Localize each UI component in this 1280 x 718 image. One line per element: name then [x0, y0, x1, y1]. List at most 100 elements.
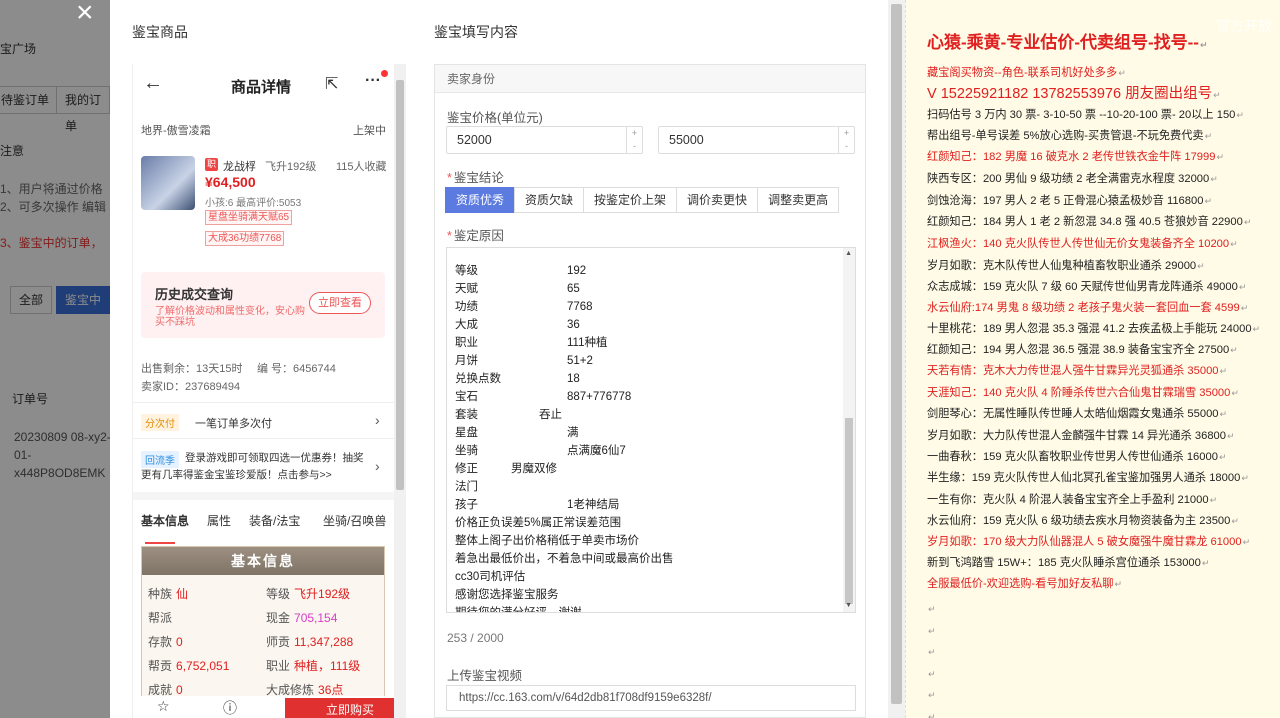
role-summary: 小孩:6 最高评价:5053	[205, 198, 302, 209]
reason-text-line: 感谢您选择鉴宝服务	[455, 589, 559, 601]
note-line: 扫码估号 3 万内 30 票- 3-10-50 票 --10-20-100 票-…	[927, 109, 1244, 121]
form-scrollbar[interactable]	[888, 0, 905, 718]
paragraph-mark-icon: ↵	[1230, 239, 1238, 249]
paragraph-mark-icon: ↵	[1219, 409, 1228, 419]
view-history-button[interactable]: 立即查看	[309, 292, 371, 314]
paragraph-mark-icon: ↵	[1230, 345, 1238, 355]
watermark: 官方开放	[1216, 18, 1272, 34]
reason-row: 天赋 65	[455, 283, 580, 295]
installment-text: 一笔订单多次付	[195, 418, 272, 430]
listing-status: 上架中	[353, 125, 386, 137]
paragraph-mark-icon: ↵	[928, 668, 936, 679]
detail-tabs: 基本信息 属性 装备/法宝 坐骑/召唤兽	[133, 508, 395, 536]
reason-row: 功绩 7768	[455, 301, 593, 313]
reason-row: 套装 吞止	[455, 409, 562, 421]
paragraph-mark-icon: ↵	[1209, 495, 1218, 505]
note-line: 帮出组号-单号误差 5%放心选购-买贵管退-不玩免费代卖↵	[927, 130, 1213, 142]
reason-textarea[interactable]: 等级 192 天赋 65 功绩 7768 大成 36 职业 111种植 月饼 51+2 兑换…	[446, 247, 856, 613]
history-trade-card[interactable]: 历史成交查询 了解价格波动和属性变化，安心购买不踩坑 立即查看	[141, 272, 385, 338]
reason-label: * 鉴定原因	[447, 229, 504, 243]
detail-title: 商品详情	[231, 79, 292, 96]
section-seller-identity: 卖家身份	[435, 65, 865, 93]
tab-basic-info[interactable]: 基本信息	[141, 512, 189, 529]
modal-right-title: 鉴宝填写内容	[434, 24, 518, 40]
notification-dot-icon	[381, 70, 388, 77]
tab-mounts[interactable]: 坐骑/召唤兽	[323, 512, 386, 529]
star-icon[interactable]: ☆	[157, 698, 170, 715]
paragraph-mark-icon: ↵	[1231, 388, 1239, 398]
note-line: 藏宝阁买物资--角色-联系司机好处多多↵	[927, 67, 1126, 79]
conclusion-option[interactable]: 按鉴定价上架	[583, 187, 678, 213]
scroll-down-icon[interactable]: ▼	[845, 602, 852, 609]
paragraph-mark-icon: ↵	[928, 647, 936, 657]
note-line: 全服最低价-欢迎选购-看号加好友私聊↵	[927, 578, 1122, 590]
tab-attributes[interactable]: 属性	[207, 512, 231, 529]
history-title: 历史成交查询	[155, 287, 234, 302]
chevron-right-icon[interactable]: ›	[375, 458, 380, 474]
share-icon[interactable]: ⇱	[325, 74, 338, 94]
feature-tag: 大成36功绩7768	[205, 231, 285, 246]
reason-text-line: 整体上阁子出价格稍低于单卖市场价	[455, 535, 639, 547]
conclusion-option[interactable]: 资质优秀	[445, 187, 516, 213]
price-max-input[interactable]: 55000 + -	[658, 126, 855, 154]
reason-row: 月饼 51+2	[455, 355, 593, 367]
history-subtitle: 了解价格波动和属性变化，安心购买不踩坑	[155, 306, 305, 328]
detail-footer: ☆ ⓘ 立即购买	[133, 696, 406, 718]
favorite-count: 115人收藏	[336, 161, 387, 173]
scroll-up-icon[interactable]: ▲	[845, 250, 852, 257]
textarea-scrollbar[interactable]: ▲ ▼	[843, 248, 855, 612]
paragraph-mark-icon: ↵	[1118, 68, 1126, 78]
paragraph-mark-icon: ↵	[1236, 110, 1244, 120]
paragraph-mark-icon: ↵	[1204, 196, 1212, 206]
paragraph-mark-icon: ↵	[1210, 174, 1218, 184]
price-min-input[interactable]: 52000 + -	[446, 126, 643, 154]
paragraph-mark-icon: ↵	[1252, 324, 1261, 334]
server-name: 地界-傲雪凌霜	[141, 125, 211, 137]
chevron-right-icon[interactable]: ›	[375, 412, 380, 428]
close-icon[interactable]: ×	[76, 0, 94, 30]
basic-info-item: 现金 705,154	[266, 611, 338, 625]
conclusion-option[interactable]: 调价卖更快	[676, 187, 759, 213]
reason-row: 宝石 887+776778	[455, 391, 632, 403]
paragraph-mark-icon: ↵	[1216, 152, 1225, 162]
tab-equipment[interactable]: 装备/法宝	[249, 512, 300, 529]
char-count: 253 / 2000	[447, 631, 504, 645]
conclusion-option[interactable]: 资质欠缺	[514, 187, 585, 213]
basic-info-item: 职业 种植，111级	[266, 659, 361, 673]
note-line: 水云仙府:174 男鬼 8 级功绩 2 老孩子鬼火装一套回血一套 4599↵	[927, 302, 1249, 314]
info-icon[interactable]: ⓘ	[223, 698, 237, 718]
note-line: V 15225921182 13782553976 朋友圈出组号↵	[927, 86, 1221, 102]
promo-text[interactable]: 登录游戏即可领取四选一优惠券！抽奖更有几率得鉴金宝鉴珍爱版！点击参与>>	[141, 450, 369, 484]
preview-scrollbar[interactable]	[394, 64, 406, 718]
back-arrow-icon[interactable]: ←	[143, 72, 163, 95]
paragraph-mark-icon: ↵	[928, 690, 936, 700]
note-line: 岁月如歌：170 级大力队仙器混人 5 破女魔强牛魔甘霖龙 61000↵	[927, 536, 1251, 548]
character-avatar	[141, 156, 195, 210]
divider	[133, 438, 395, 439]
note-line: 红颜知己：182 男魔 16 破克水 2 老传世铁衣金牛阵 17999↵	[927, 151, 1225, 163]
stepper-icon[interactable]: + -	[626, 127, 642, 153]
reason-row: 法门	[455, 481, 478, 493]
note-line: 岁月如歌：克木队传世人仙鬼种植畜牧职业通杀 29000↵	[927, 260, 1205, 272]
basic-info-title: 基本信息	[142, 547, 384, 575]
buy-now-button[interactable]: 立即购买	[285, 698, 406, 718]
paragraph-mark-icon: ↵	[1218, 452, 1227, 462]
more-icon[interactable]: ···	[365, 72, 381, 90]
note-line: 新到飞鸿踏雪 15W+：185 克火队睡杀宫位通杀 153000↵	[927, 557, 1210, 569]
video-url-input[interactable]: https://cc.163.com/v/64d2db81f708df9159e…	[446, 685, 856, 711]
note-line: 一曲春秋：159 克火队畜牧职业传世男人传世仙通杀 16000↵	[927, 451, 1227, 463]
stepper-icon[interactable]: + -	[838, 127, 854, 153]
conclusion-option[interactable]: 调整卖更高	[757, 187, 840, 213]
conclusion-label: * 鉴宝结论	[447, 171, 504, 185]
paragraph-mark-icon: ↵	[1201, 558, 1210, 568]
paragraph-mark-icon: ↵	[1240, 303, 1249, 313]
basic-info-item: 种族仙	[148, 587, 189, 601]
note-line: 红颜知己：194 男人忽混 36.5 强混 38.9 装备宝宝齐全 27500↵	[927, 344, 1238, 356]
paragraph-mark-icon: ↵	[1243, 217, 1252, 227]
basic-info-box: 基本信息 种族仙 等级 飞升192级 帮派 现金 705,154 存款 0 师贡 11,…	[141, 546, 385, 718]
conclusion-options: 资质优秀 资质欠缺 按鉴定价上架 调价卖更快 调整卖更高	[445, 187, 840, 213]
paragraph-mark-icon: ↵	[1199, 40, 1208, 50]
sale-remaining: 出售剩余：13天15时	[141, 363, 243, 375]
reason-text-line: cc30司机评估	[455, 571, 526, 583]
note-line: 心猿-乘黄-专业估价-代卖组号-找号--↵	[927, 33, 1208, 52]
